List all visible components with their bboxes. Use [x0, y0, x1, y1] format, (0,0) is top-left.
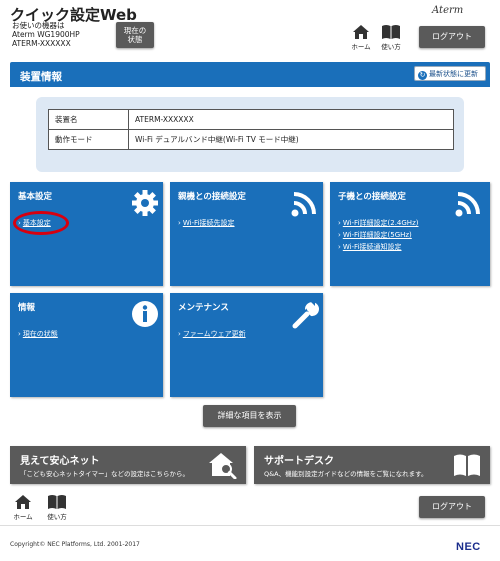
current-status-button[interactable]: 現在の 状態	[116, 22, 154, 48]
home-label: ホーム	[351, 43, 371, 51]
device-info-panel: 装置情報 ↻ 最新状態に更新 装置名 ATERM-XXXXXX 動作モード Wi-…	[10, 62, 490, 178]
manual-label: 使い方	[47, 513, 67, 521]
device-name: ATERM-XXXXXX	[12, 39, 71, 48]
status-label-1: 現在の	[123, 26, 147, 35]
footer-manual-button[interactable]: 使い方	[42, 494, 72, 522]
book-icon	[382, 25, 400, 39]
tile-title: 子機との接続設定	[338, 192, 406, 202]
device-info-line: お使いの機器は	[12, 21, 65, 30]
link-wifi-connection[interactable]: Wi-Fi接続先設定	[178, 218, 235, 228]
logout-button[interactable]: ログアウト	[419, 26, 485, 48]
device-info-table: 装置名 ATERM-XXXXXX 動作モード Wi-Fi デュアルバンド中継(W…	[48, 109, 454, 150]
wrench-icon	[292, 302, 319, 329]
manual-label: 使い方	[381, 43, 401, 51]
home-icon	[15, 495, 31, 509]
banner-subtitle: 「こども安心ネットタイマー」などの設定はこちらから。	[20, 470, 189, 478]
link-basic-settings[interactable]: 基本設定	[18, 218, 51, 228]
table-row: 装置名 ATERM-XXXXXX	[48, 109, 454, 130]
device-model: Aterm WG1900HP	[12, 30, 80, 39]
book-icon	[48, 495, 66, 509]
table-key: 動作モード	[48, 129, 129, 150]
tile-maintenance: メンテナンス ファームウェア更新	[170, 293, 323, 397]
table-row: 動作モード Wi-Fi デュアルバンド中継(Wi-Fi TV モード中継)	[48, 129, 454, 150]
info-icon	[132, 301, 158, 327]
link-wifi-notify[interactable]: Wi-Fi接続通知設定	[338, 242, 402, 252]
tile-title: メンテナンス	[178, 303, 229, 313]
house-search-icon	[209, 453, 237, 479]
link-current-status[interactable]: 現在の状態	[18, 329, 58, 339]
link-wifi-detail-24[interactable]: Wi-Fi詳細設定(2.4GHz)	[338, 218, 419, 228]
banner-subtitle: Q&A、機能別設定ガイドなどの情報をご覧になれます。	[264, 470, 428, 478]
tile-title: 基本設定	[18, 192, 53, 202]
copyright: Copyright© NEC Platforms, Ltd. 2001-2017	[10, 541, 140, 548]
tile-info: 情報 現在の状態	[10, 293, 163, 397]
home-label: ホーム	[13, 513, 33, 521]
tile-title: 情報	[18, 303, 36, 313]
show-detail-button[interactable]: 詳細な項目を表示	[203, 405, 296, 427]
device-panel-title: 装置情報	[20, 71, 62, 83]
table-key: 装置名	[48, 109, 129, 130]
refresh-button[interactable]: ↻ 最新状態に更新	[414, 66, 486, 81]
table-value: ATERM-XXXXXX	[128, 109, 454, 130]
aterm-logo: Aterm	[432, 5, 464, 16]
book-icon	[454, 454, 480, 476]
device-panel-body: 装置名 ATERM-XXXXXX 動作モード Wi-Fi デュアルバンド中継(W…	[10, 87, 490, 178]
tile-child-connection: 子機との接続設定 Wi-Fi詳細設定(2.4GHz) Wi-Fi詳細設定(5GH…	[330, 182, 490, 286]
banner-support[interactable]: サポートデスク Q&A、機能別設定ガイドなどの情報をご覧になれます。	[254, 446, 490, 484]
footer-logout-button[interactable]: ログアウト	[419, 496, 485, 518]
wifi-icon	[455, 192, 480, 217]
banner-title: サポートデスク	[264, 456, 334, 467]
header: クイック設定Web お使いの機器は Aterm WG1900HP ATERM-X…	[0, 0, 500, 56]
refresh-label: 最新状態に更新	[429, 70, 478, 78]
tile-basic-settings: 基本設定 基本設定	[10, 182, 163, 286]
refresh-icon: ↻	[418, 71, 427, 80]
footer-home-button[interactable]: ホーム	[8, 494, 38, 522]
wifi-icon	[291, 192, 316, 217]
tile-parent-connection: 親機との接続設定 Wi-Fi接続先設定	[170, 182, 323, 286]
gear-icon	[132, 190, 158, 216]
table-value: Wi-Fi デュアルバンド中継(Wi-Fi TV モード中継)	[128, 129, 454, 150]
status-label-2: 状態	[127, 35, 143, 44]
tile-title: 親機との接続設定	[178, 192, 246, 202]
nec-logo: NEC	[456, 541, 481, 553]
banner-mimamori[interactable]: 見えて安心ネット 「こども安心ネットタイマー」などの設定はこちらから。	[10, 446, 246, 484]
home-icon	[353, 25, 369, 39]
footer-divider	[0, 525, 500, 526]
home-button[interactable]: ホーム	[346, 24, 376, 52]
link-wifi-detail-5[interactable]: Wi-Fi詳細設定(5GHz)	[338, 230, 412, 240]
banner-title: 見えて安心ネット	[20, 456, 100, 467]
device-info: お使いの機器は Aterm WG1900HP ATERM-XXXXXX	[12, 21, 80, 48]
link-firmware-update[interactable]: ファームウェア更新	[178, 329, 246, 339]
device-info-box: 装置名 ATERM-XXXXXX 動作モード Wi-Fi デュアルバンド中継(W…	[36, 97, 464, 172]
manual-button[interactable]: 使い方	[376, 24, 406, 52]
